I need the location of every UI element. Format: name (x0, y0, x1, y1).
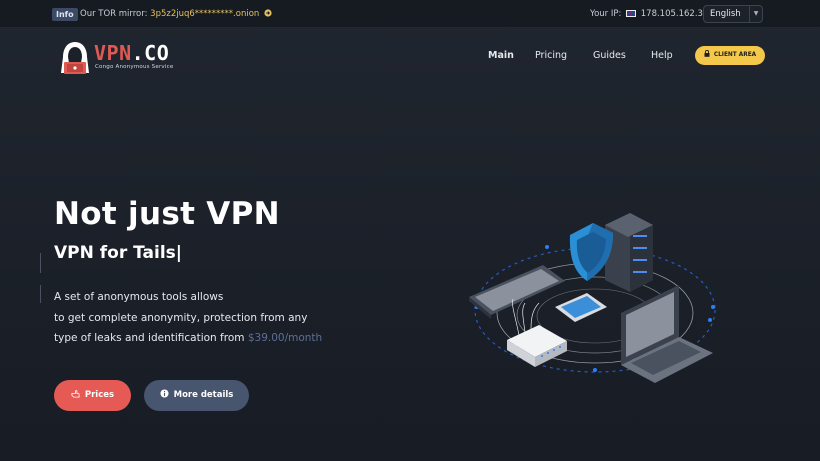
language-select[interactable]: English ▼ (703, 5, 763, 23)
tablet-icon (469, 265, 565, 319)
tor-mirror-text: Our TOR mirror: 3p5z2juq6*********.onion (80, 8, 272, 20)
price-text: $39.00/month (247, 332, 323, 344)
phone-icon (555, 293, 607, 322)
arrow-circle-right-icon[interactable] (264, 8, 272, 20)
top-bar: Info Our TOR mirror: 3p5z2juq6*********.… (0, 0, 820, 28)
brand-tagline: Congo Anonymous Service (95, 64, 174, 70)
laptop-icon (621, 285, 713, 383)
hand-pointer-icon (71, 390, 85, 400)
ip-label: Your IP: (590, 9, 622, 19)
nav-main[interactable]: Main (488, 50, 514, 62)
lock-icon (704, 50, 714, 58)
ip-info: Your IP: 178.105.162.38 (590, 8, 708, 20)
tor-mirror-label: Our TOR mirror: (80, 9, 148, 19)
ip-value: 178.105.162.38 (640, 9, 709, 19)
decor-line (40, 285, 41, 303)
hacker-logo-icon (61, 42, 89, 74)
prices-button[interactable]: Prices (54, 380, 131, 411)
more-details-label: More details (173, 390, 234, 400)
client-area-button[interactable]: CLIENT AREA (695, 46, 765, 65)
hero-subtitle: VPN for Tails| (54, 243, 182, 263)
language-value: English (710, 9, 741, 19)
server-icon (605, 213, 653, 292)
nav-guides[interactable]: Guides (593, 50, 626, 62)
desc-line: A set of anonymous tools allows (54, 291, 224, 303)
chevron-down-icon[interactable]: ▼ (749, 6, 762, 22)
site-logo[interactable]: VPN.CO Congo Anonymous Service (58, 40, 193, 76)
brand-name: VPN.CO (94, 41, 170, 65)
uk-flag-icon (626, 10, 637, 17)
info-badge: Info (52, 8, 78, 21)
more-details-button[interactable]: More details (144, 380, 249, 411)
hero-description: A set of anonymous tools allows to get c… (54, 287, 354, 349)
desc-line: type of leaks and identification from $3… (54, 332, 323, 344)
hero-title: Not just VPN (54, 196, 280, 232)
decor-line (40, 253, 41, 273)
desc-line: to get complete anonymity, protection fr… (54, 311, 308, 324)
prices-button-label: Prices (84, 390, 115, 400)
nav-help[interactable]: Help (651, 50, 673, 62)
vpn-devices-illustration (469, 213, 716, 383)
info-circle-icon (160, 389, 174, 400)
nav-pricing[interactable]: Pricing (535, 50, 567, 62)
tor-mirror-address[interactable]: 3p5z2juq6*********.onion (150, 9, 259, 19)
client-area-label: CLIENT AREA (713, 52, 757, 58)
